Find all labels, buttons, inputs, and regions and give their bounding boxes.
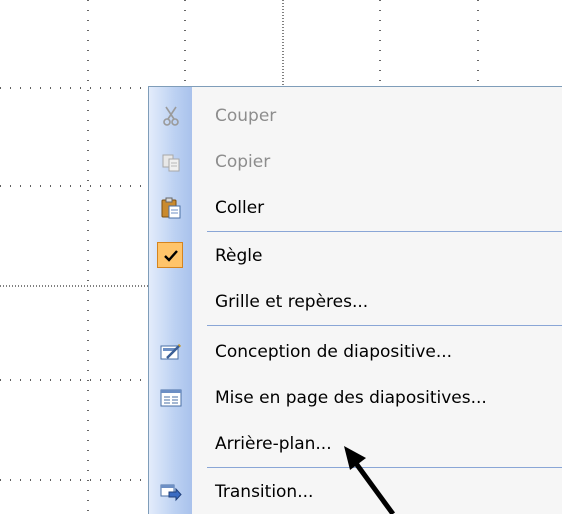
transition-icon (160, 484, 182, 502)
menu-item-label: Arrière-plan... (215, 434, 332, 454)
copy-icon (162, 154, 180, 172)
context-menu: Couper Copier Coller Règle Grille et rep… (148, 86, 562, 514)
slide-design-icon (160, 344, 181, 360)
menu-item-couper[interactable]: Couper (149, 93, 562, 139)
menu-item-mise-en-page-des-diapositives[interactable]: Mise en page des diapositives... (149, 375, 562, 421)
paste-icon (161, 197, 181, 219)
menu-item-copier[interactable]: Copier (149, 139, 562, 185)
menu-item-label: Transition... (215, 482, 314, 502)
menu-item-label: Copier (215, 152, 271, 172)
menu-item-label: Grille et repères... (215, 292, 369, 312)
menu-item-label: Mise en page des diapositives... (215, 388, 487, 408)
menu-separator (207, 467, 562, 468)
menu-item-label: Conception de diapositive... (215, 342, 453, 362)
menu-item-label: Coller (215, 198, 265, 218)
menu-item-grille-et-reperes[interactable]: Grille et repères... (149, 279, 562, 325)
check-icon (164, 250, 178, 262)
menu-item-coller[interactable]: Coller (149, 185, 562, 231)
scissors-icon (163, 106, 179, 126)
slide-layout-icon (160, 389, 182, 407)
menu-separator (207, 231, 562, 232)
menu-item-conception-de-diapositive[interactable]: Conception de diapositive... (149, 329, 562, 375)
menu-item-label: Règle (215, 246, 263, 266)
menu-item-regle[interactable]: Règle (149, 233, 562, 279)
menu-item-transition[interactable]: Transition... (149, 469, 562, 515)
menu-item-arriere-plan[interactable]: Arrière-plan... (149, 421, 562, 467)
menu-separator (207, 325, 562, 326)
menu-item-label: Couper (215, 106, 277, 126)
